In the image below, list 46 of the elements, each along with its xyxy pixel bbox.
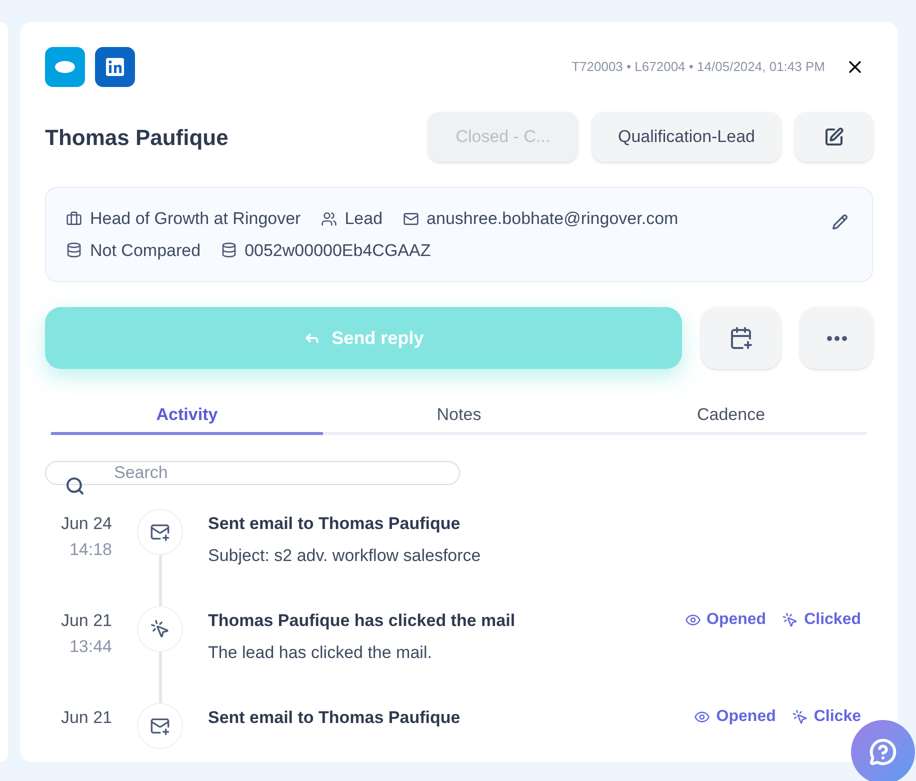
contact-name: Thomas Paufique — [45, 124, 228, 152]
calendar-plus-icon — [729, 326, 754, 350]
activity-status: Clicke — [792, 705, 861, 729]
detail-text: Head of Growth at Ringover — [90, 208, 301, 230]
more-icon — [826, 336, 847, 340]
tab[interactable]: Activity — [51, 397, 323, 435]
cursor-click-icon — [782, 612, 798, 628]
eye-icon — [694, 709, 710, 725]
help-chat-icon — [869, 738, 897, 766]
detail-text: Lead — [344, 208, 383, 230]
search-field[interactable]: Search — [45, 461, 460, 485]
briefcase-icon — [66, 210, 82, 227]
cursor-click-icon — [150, 619, 170, 639]
record-meta: T720003 • L672004 • 14/05/2024, 01:43 PM — [572, 58, 825, 76]
envelope-plus-icon — [150, 716, 170, 736]
database-icon — [220, 242, 237, 258]
tab[interactable]: Notes — [323, 397, 595, 435]
detail-text: 0052w00000Eb4CGAAZ — [244, 240, 431, 262]
search-icon — [65, 476, 85, 496]
activity-subtitle: Subject: s2 adv. workflow salesforce — [208, 544, 482, 566]
activity-status: Clicked — [782, 608, 861, 632]
activity-status: Opened — [684, 608, 766, 632]
database-icon — [66, 242, 82, 258]
activity-status: Opened — [694, 705, 776, 729]
envelope-icon — [402, 210, 419, 227]
activity-date: Jun 24 — [60, 513, 112, 535]
schedule-button[interactable] — [701, 307, 782, 369]
status-button[interactable]: Qualification-Lead — [592, 112, 781, 162]
activity-subtitle: The lead has clicked the mail. — [208, 642, 433, 664]
edit-icon — [824, 127, 844, 147]
eye-icon — [684, 612, 701, 628]
activity-title: Sent email to Thomas Paufique — [208, 513, 460, 535]
activity-title: Thomas Paufique has clicked the mail — [208, 610, 516, 632]
activity-title: Sent email to Thomas Paufique — [208, 707, 460, 729]
activity-date: Jun 21 — [60, 610, 112, 632]
detail-text: Not Compared — [90, 240, 201, 262]
edit-button[interactable] — [795, 112, 873, 162]
detail-text: anushree.bobhate@ringover.com — [426, 208, 678, 230]
activity-time: 14:18 — [69, 538, 112, 560]
envelope-plus-icon — [150, 522, 170, 542]
activity-date: Jun 21 — [60, 707, 112, 729]
people-icon — [320, 210, 337, 227]
tab[interactable]: Cadence — [595, 397, 867, 435]
in-logo-icon[interactable] — [95, 47, 135, 87]
activity-time: 13:44 — [69, 636, 112, 658]
cursor-click-icon — [792, 709, 808, 725]
